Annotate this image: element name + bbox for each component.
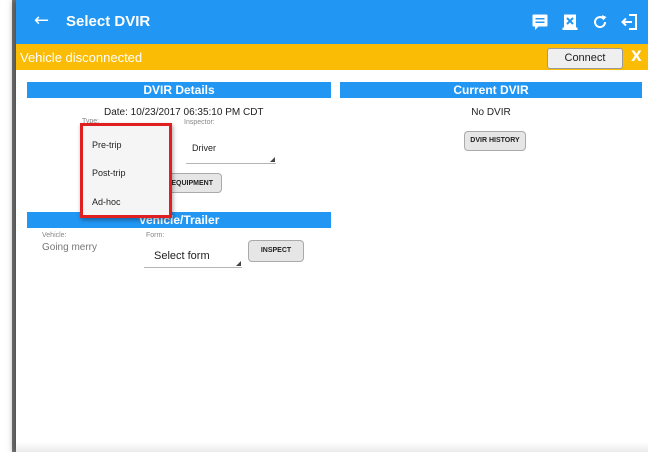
arrow-left-icon[interactable]: ← [34,11,49,31]
dvir-icon[interactable] [558,10,582,34]
no-dvir-status: No DVIR [471,107,511,118]
form-label: Form: [146,232,165,239]
refresh-icon[interactable] [588,10,612,34]
message-icon[interactable] [528,10,552,34]
dvir-date: Date: 10/23/2017 06:35:10 PM CDT [104,107,264,118]
close-banner-button[interactable]: X [631,49,642,65]
type-dropdown-menu: Pre-trip Post-trip Ad-hoc [80,123,172,218]
form-dropdown-arrow-icon [236,261,241,266]
logout-icon[interactable] [618,10,642,34]
inspect-button[interactable]: INSPECT [248,240,304,262]
vehicle-label: Vehicle: [42,232,67,239]
dvir-details-header: DVIR Details [27,82,331,98]
bottom-shadow [16,442,648,452]
menu-item-pre-trip[interactable]: Pre-trip [92,140,122,150]
app-bar-actions [528,10,642,34]
banner-text: Vehicle disconnected [20,50,143,65]
vehicle-trailer-header: Vehicle/Trailer [27,212,331,228]
equipment-button-label: EQUIPMENT [171,180,213,187]
menu-item-ad-hoc[interactable]: Ad-hoc [92,197,121,207]
current-dvir-header: Current DVIR [340,82,642,98]
connect-button[interactable]: Connect [547,48,623,69]
inspector-dropdown-arrow-icon [270,157,275,162]
dvir-history-button[interactable]: DVIR HISTORY [464,131,526,151]
inspector-value[interactable]: Driver [192,143,216,153]
inspector-label: Inspector: [184,119,215,126]
form-dropdown[interactable] [144,267,242,268]
vehicle-value: Going merry [42,242,98,253]
page-title: Select DVIR [66,13,151,30]
form-value[interactable]: Select form [154,250,210,262]
app-bar: ← Select DVIR [16,0,648,44]
inspector-dropdown[interactable] [186,163,276,164]
menu-item-post-trip[interactable]: Post-trip [92,168,126,178]
app-screen: ← Select DVIR Vehicle disconnected Conne… [16,0,648,452]
